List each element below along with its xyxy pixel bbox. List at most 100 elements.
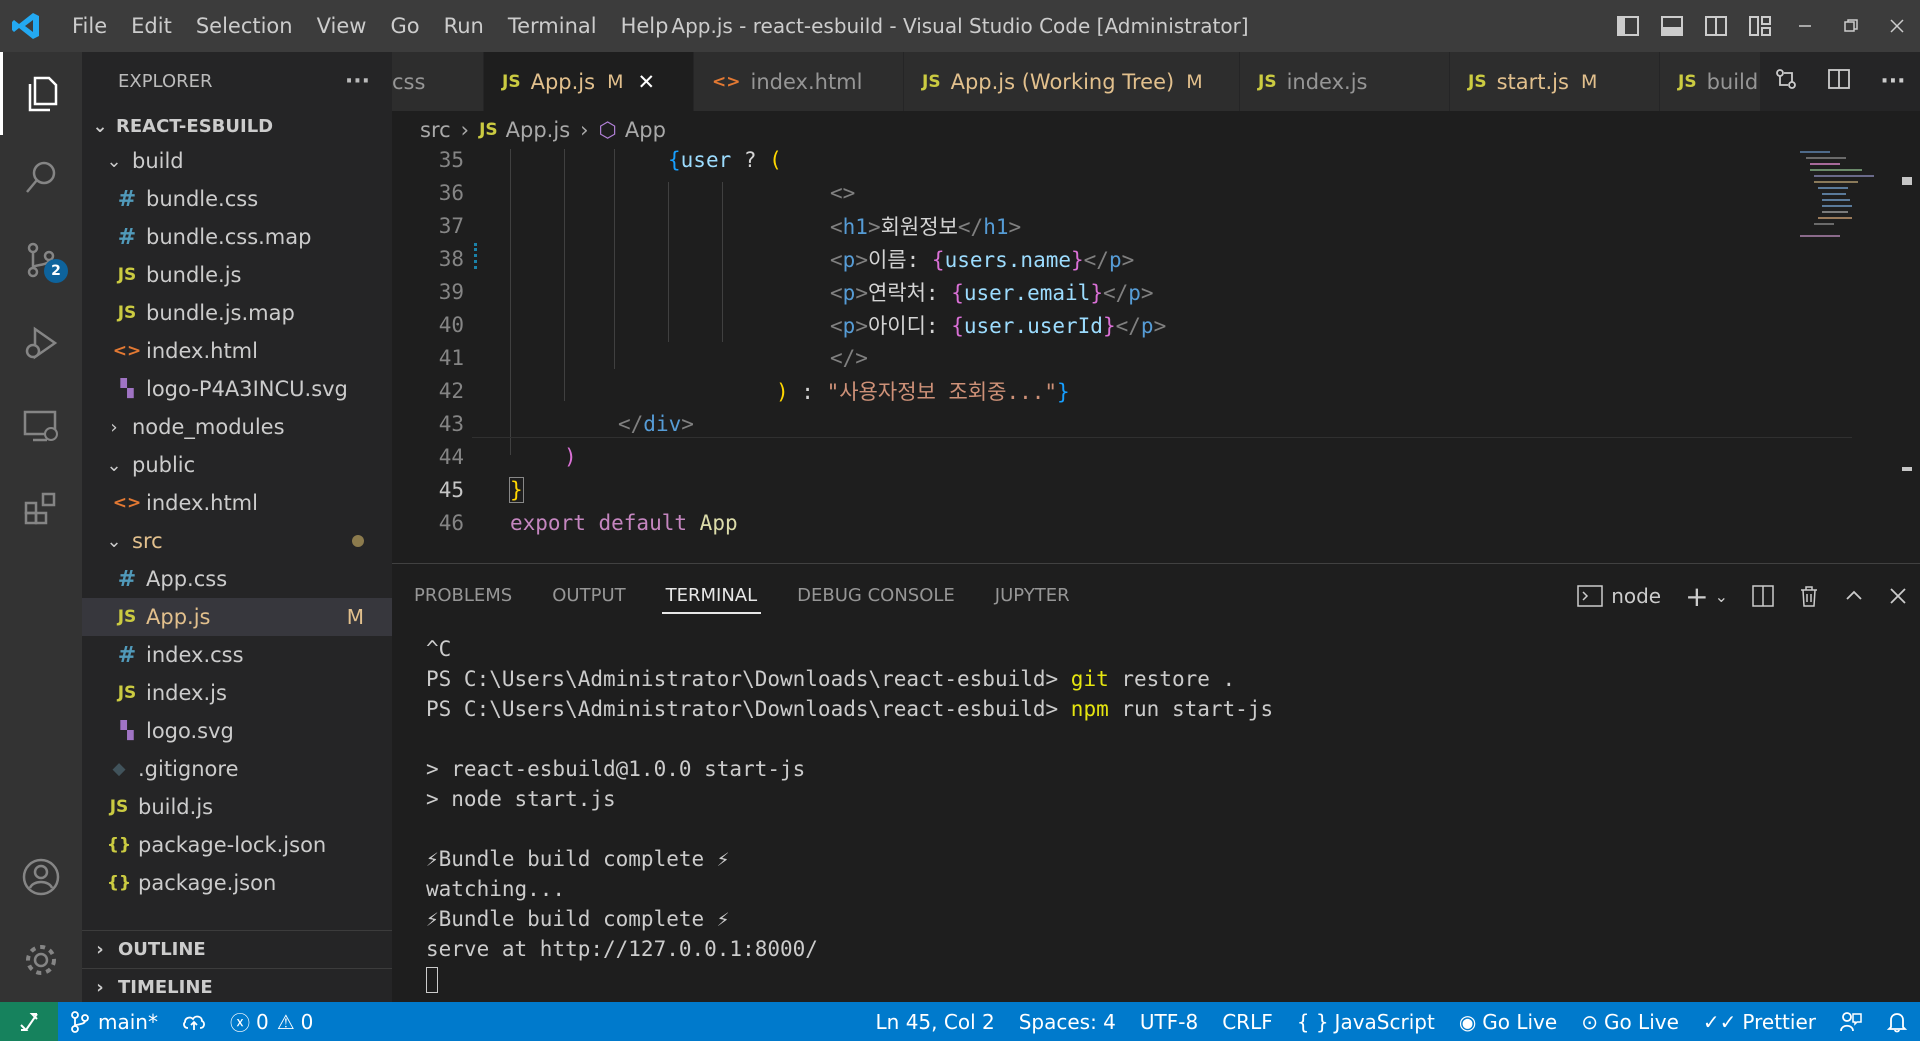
tree-file-package-json[interactable]: {} package.json — [82, 864, 392, 902]
vscode-logo-icon[interactable] — [0, 0, 52, 52]
new-terminal-button[interactable]: + ⌄ — [1685, 580, 1728, 613]
menu-selection[interactable]: Selection — [184, 0, 305, 52]
tree-file-gitignore[interactable]: ◆ .gitignore — [82, 750, 392, 788]
cursor-position[interactable]: Ln 45, Col 2 — [864, 1010, 1007, 1034]
tree-file-bundle-css-map[interactable]: # bundle.css.map — [82, 218, 392, 256]
sync-icon[interactable] — [170, 1012, 218, 1032]
breadcrumb-symbol[interactable]: App — [625, 118, 666, 142]
run-debug-icon[interactable] — [0, 301, 82, 384]
prettier-button[interactable]: ✓✓ Prettier — [1691, 1010, 1828, 1034]
tab-start-js[interactable]: JS start.js M — [1450, 52, 1660, 111]
modified-badge: M — [1186, 70, 1203, 93]
menu-view[interactable]: View — [305, 0, 379, 52]
menu-file[interactable]: File — [60, 0, 119, 52]
toggle-primary-sidebar-icon[interactable] — [1606, 0, 1650, 52]
scrollbar-marker — [1902, 177, 1912, 185]
breadcrumb-folder[interactable]: src — [420, 118, 451, 142]
tree-file-package-lock-json[interactable]: {} package-lock.json — [82, 826, 392, 864]
terminal-shell-selector[interactable]: node — [1577, 584, 1661, 608]
menu-go[interactable]: Go — [378, 0, 431, 52]
timeline-section[interactable]: › TIMELINE — [82, 968, 392, 1006]
manage-gear-icon[interactable] — [0, 918, 82, 1001]
menu-run[interactable]: Run — [432, 0, 496, 52]
tree-file-build-js[interactable]: JS build.js — [82, 788, 392, 826]
notifications-bell-icon[interactable] — [1874, 1011, 1920, 1033]
tree-item-label: package.json — [138, 871, 277, 895]
tab-app-js[interactable]: JS App.js M ✕ — [484, 52, 694, 111]
tree-file-index-css[interactable]: # index.css — [82, 636, 392, 674]
tree-file-public-index-html[interactable]: <> index.html — [82, 484, 392, 522]
tree-folder-public[interactable]: ⌄ public — [82, 446, 392, 484]
close-panel-icon[interactable] — [1888, 586, 1908, 606]
tab-problems[interactable]: PROBLEMS — [414, 564, 512, 628]
tree-file-logo-p4a3incu-svg[interactable]: ▚ logo-P4A3INCU.svg — [82, 370, 392, 408]
search-icon[interactable] — [0, 135, 82, 218]
tree-item-label: App.js — [146, 605, 211, 629]
kill-terminal-trash-icon[interactable] — [1798, 585, 1820, 607]
toggle-panel-icon[interactable] — [1650, 0, 1694, 52]
problems-indicator[interactable]: ⓧ 0 ⚠ 0 — [218, 1007, 325, 1036]
breadcrumb-file[interactable]: App.js — [506, 118, 570, 142]
go-live-button-2[interactable]: ⊙ Go Live — [1569, 1010, 1691, 1034]
tree-folder-src[interactable]: ⌄ src — [82, 522, 392, 560]
go-live-button[interactable]: ◉ Go Live — [1447, 1010, 1569, 1034]
more-actions-icon[interactable]: ··· — [1880, 69, 1905, 94]
extensions-icon[interactable] — [0, 467, 82, 550]
tree-file-app-css[interactable]: # App.css — [82, 560, 392, 598]
minimize-icon[interactable] — [1782, 0, 1828, 52]
tab-css[interactable]: css — [392, 52, 484, 111]
tree-file-index-js[interactable]: JS index.js — [82, 674, 392, 712]
tab-index-html[interactable]: <> index.html — [694, 52, 904, 111]
more-actions-icon[interactable]: ··· — [345, 69, 370, 94]
end-of-line[interactable]: CRLF — [1210, 1010, 1285, 1034]
git-branch[interactable]: main* — [58, 1010, 170, 1034]
language-mode[interactable]: { } JavaScript — [1285, 1010, 1447, 1034]
modified-badge: M — [346, 605, 364, 629]
tree-file-bundle-js[interactable]: JS bundle.js — [82, 256, 392, 294]
tab-jupyter[interactable]: JUPYTER — [995, 564, 1070, 628]
indentation[interactable]: Spaces: 4 — [1007, 1010, 1128, 1034]
remote-explorer-icon[interactable] — [0, 384, 82, 467]
remote-indicator-icon[interactable] — [0, 1002, 58, 1041]
tree-file-build-index-html[interactable]: <> index.html — [82, 332, 392, 370]
tree-file-logo-svg[interactable]: ▚ logo.svg — [82, 712, 392, 750]
customize-layout-icon[interactable] — [1738, 0, 1782, 52]
split-terminal-icon[interactable] — [1752, 585, 1774, 607]
tree-file-bundle-js-map[interactable]: JS bundle.js.map — [82, 294, 392, 332]
source-control-icon[interactable]: 2 — [0, 218, 82, 301]
tab-output[interactable]: OUTPUT — [552, 564, 625, 628]
close-tab-icon[interactable]: ✕ — [637, 70, 655, 94]
code-editor[interactable]: 35 {user ? ( 36 <> 37 <h1>회원정보</h1> 38 <… — [392, 149, 1920, 563]
terminal-prompt: PS C:\Users\Administrator\Downloads\reac… — [426, 697, 1071, 721]
outline-section[interactable]: › OUTLINE — [82, 930, 392, 968]
code-token: ) — [564, 444, 577, 469]
json-file-icon: {} — [106, 873, 132, 893]
workspace-root[interactable]: ⌄ REACT-ESBUILD — [82, 110, 392, 142]
tab-index-js[interactable]: JS index.js — [1240, 52, 1450, 111]
tree-folder-build[interactable]: ⌄ build — [82, 142, 392, 180]
split-editor-icon[interactable] — [1827, 67, 1851, 96]
tree-item-label: index.html — [146, 339, 258, 363]
explorer-icon[interactable] — [0, 52, 82, 135]
menu-terminal[interactable]: Terminal — [496, 0, 609, 52]
tab-terminal[interactable]: TERMINAL — [661, 564, 761, 628]
tree-file-bundle-css[interactable]: # bundle.css — [82, 180, 392, 218]
menu-edit[interactable]: Edit — [119, 0, 184, 52]
open-changes-icon[interactable] — [1774, 67, 1798, 96]
encoding[interactable]: UTF-8 — [1128, 1010, 1210, 1034]
feedback-icon[interactable] — [1828, 1011, 1874, 1033]
close-window-icon[interactable] — [1874, 0, 1920, 52]
tab-app-js-working-tree[interactable]: JS App.js (Working Tree) M — [904, 52, 1240, 111]
menu-help[interactable]: Help — [609, 0, 681, 52]
minimap[interactable] — [1800, 149, 1890, 259]
toggle-secondary-sidebar-icon[interactable] — [1694, 0, 1738, 52]
tab-debug-console[interactable]: DEBUG CONSOLE — [797, 564, 955, 628]
accounts-icon[interactable] — [0, 835, 82, 918]
maximize-panel-chevron-up-icon[interactable] — [1844, 586, 1864, 606]
tree-file-app-js[interactable]: JS App.js M — [82, 598, 392, 636]
chevron-down-icon[interactable]: ⌄ — [1715, 587, 1728, 606]
tree-folder-node-modules[interactable]: › node_modules — [82, 408, 392, 446]
line-number: 37 — [438, 213, 464, 238]
terminal-output[interactable]: ^C PS C:\Users\Administrator\Downloads\r… — [426, 634, 1273, 994]
restore-icon[interactable] — [1828, 0, 1874, 52]
